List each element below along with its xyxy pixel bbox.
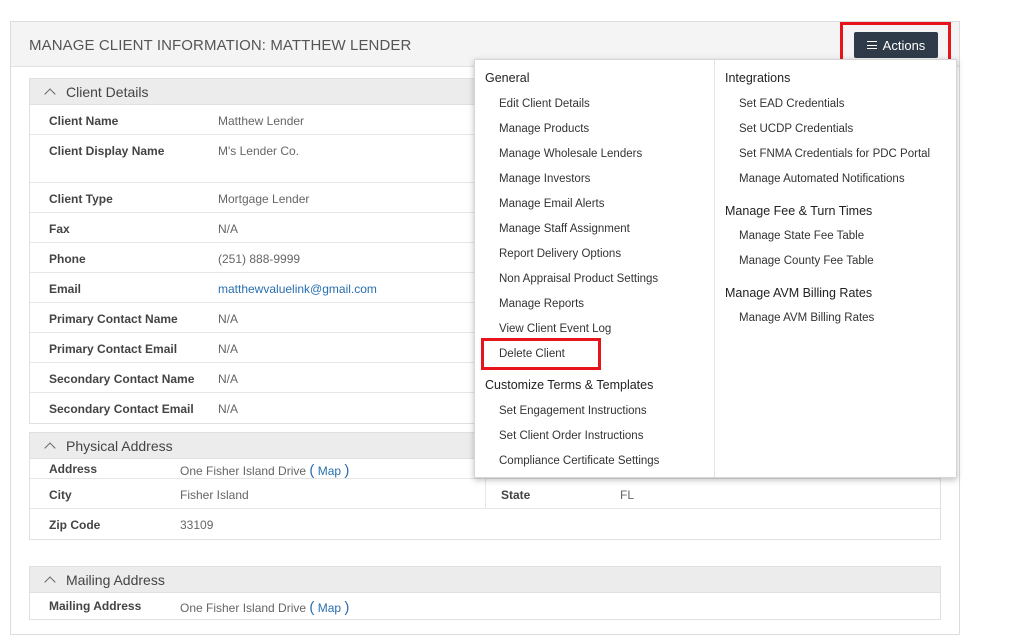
field-value: N/A — [218, 342, 239, 356]
field-label: Client Name — [49, 114, 119, 128]
detail-row: Zip Code 33109 — [30, 509, 940, 539]
delete-client-highlight-box — [481, 338, 601, 370]
menu-item-manage-email-alerts[interactable]: Manage Email Alerts — [499, 198, 604, 210]
menu-item-manage-investors[interactable]: Manage Investors — [499, 173, 590, 185]
field-value: Mortgage Lender — [218, 192, 310, 206]
field-value: M's Lender Co. — [218, 144, 299, 158]
menu-item-manage-automated-notifications[interactable]: Manage Automated Notifications — [739, 173, 905, 185]
menu-group-fee-turn-times: Manage Fee & Turn Times — [725, 204, 873, 218]
chevron-up-icon — [44, 575, 56, 588]
menu-item-non-appraisal-product-settings[interactable]: Non Appraisal Product Settings — [499, 273, 658, 285]
field-value: Matthew Lender — [218, 114, 305, 128]
field-value: Fisher Island — [180, 488, 249, 502]
mailing-address-toggle[interactable]: Mailing Address — [30, 567, 940, 593]
email-link[interactable]: matthewvaluelink@gmail.com — [218, 282, 377, 296]
address-text: One Fisher Island Drive — [180, 464, 307, 478]
menu-item-compliance-certificate-settings[interactable]: Compliance Certificate Settings — [499, 455, 659, 467]
menu-item-report-delivery-options[interactable]: Report Delivery Options — [499, 248, 621, 260]
menu-item-set-engagement-instructions[interactable]: Set Engagement Instructions — [499, 405, 647, 417]
field-label: Secondary Contact Name — [49, 372, 195, 386]
section-title: Mailing Address — [66, 571, 165, 588]
field-value: FL — [620, 488, 635, 502]
menu-item-manage-staff-assignment[interactable]: Manage Staff Assignment — [499, 223, 630, 235]
field-label: Client Type — [49, 192, 113, 206]
menu-group-customize-terms: Customize Terms & Templates — [485, 378, 654, 392]
field-value: N/A — [218, 372, 239, 386]
detail-row: Mailing Address One Fisher Island Drive … — [30, 593, 940, 619]
chevron-up-icon — [44, 87, 56, 100]
menu-item-manage-wholesale-lenders[interactable]: Manage Wholesale Lenders — [499, 148, 642, 160]
field-label: Email — [49, 282, 82, 296]
field-value: (251) 888-9999 — [218, 252, 301, 266]
field-label: Secondary Contact Email — [49, 402, 194, 416]
field-label: Primary Contact Name — [49, 312, 178, 326]
field-label: Client Display Name — [49, 144, 165, 158]
field-value: One Fisher Island Drive ( Map ) — [180, 462, 350, 479]
menu-item-set-ucdp-credentials[interactable]: Set UCDP Credentials — [739, 123, 853, 135]
detail-row: City Fisher Island State FL — [30, 479, 940, 509]
section-title: Physical Address — [66, 437, 173, 454]
menu-item-manage-reports[interactable]: Manage Reports — [499, 298, 584, 310]
field-label: Fax — [49, 222, 70, 236]
actions-dropdown-menu: General Edit Client Details Manage Produ… — [474, 59, 957, 478]
chevron-up-icon — [44, 441, 56, 454]
field-value: 33109 — [180, 518, 214, 532]
field-label: State — [501, 488, 531, 502]
menu-item-manage-county-fee-table[interactable]: Manage County Fee Table — [739, 255, 874, 267]
field-value: N/A — [218, 312, 239, 326]
section-title: Client Details — [66, 83, 149, 100]
page-title: MANAGE CLIENT INFORMATION: MATTHEW LENDE… — [29, 37, 412, 54]
menu-item-edit-client-details[interactable]: Edit Client Details — [499, 98, 590, 110]
field-value: N/A — [218, 402, 239, 416]
map-link[interactable]: Map — [318, 601, 341, 615]
menu-item-set-fnma-credentials[interactable]: Set FNMA Credentials for PDC Portal — [739, 148, 930, 160]
field-label: Primary Contact Email — [49, 342, 178, 356]
menu-group-general: General — [485, 71, 530, 85]
address-text: One Fisher Island Drive — [180, 601, 307, 615]
menu-item-set-client-order-instructions[interactable]: Set Client Order Instructions — [499, 430, 643, 442]
menu-item-manage-avm-billing-rates[interactable]: Manage AVM Billing Rates — [739, 312, 874, 324]
field-label: Zip Code — [49, 518, 101, 532]
menu-item-manage-state-fee-table[interactable]: Manage State Fee Table — [739, 230, 864, 242]
menu-column-left: General Edit Client Details Manage Produ… — [475, 60, 715, 477]
field-label: Mailing Address — [49, 599, 142, 613]
menu-group-integrations: Integrations — [725, 71, 791, 85]
menu-group-avm-billing-rates: Manage AVM Billing Rates — [725, 286, 873, 300]
field-label: Address — [49, 462, 98, 476]
mailing-address-section: Mailing Address Mailing Address One Fish… — [29, 566, 941, 620]
menu-column-right: Integrations Set EAD Credentials Set UCD… — [715, 60, 958, 477]
map-link[interactable]: Map — [318, 464, 341, 478]
field-value: N/A — [218, 222, 239, 236]
field-label: Phone — [49, 252, 86, 266]
menu-item-set-ead-credentials[interactable]: Set EAD Credentials — [739, 98, 844, 110]
field-label: City — [49, 488, 72, 502]
field-value: One Fisher Island Drive ( Map ) — [180, 599, 350, 616]
menu-item-manage-products[interactable]: Manage Products — [499, 123, 589, 135]
menu-item-view-client-event-log[interactable]: View Client Event Log — [499, 323, 611, 335]
